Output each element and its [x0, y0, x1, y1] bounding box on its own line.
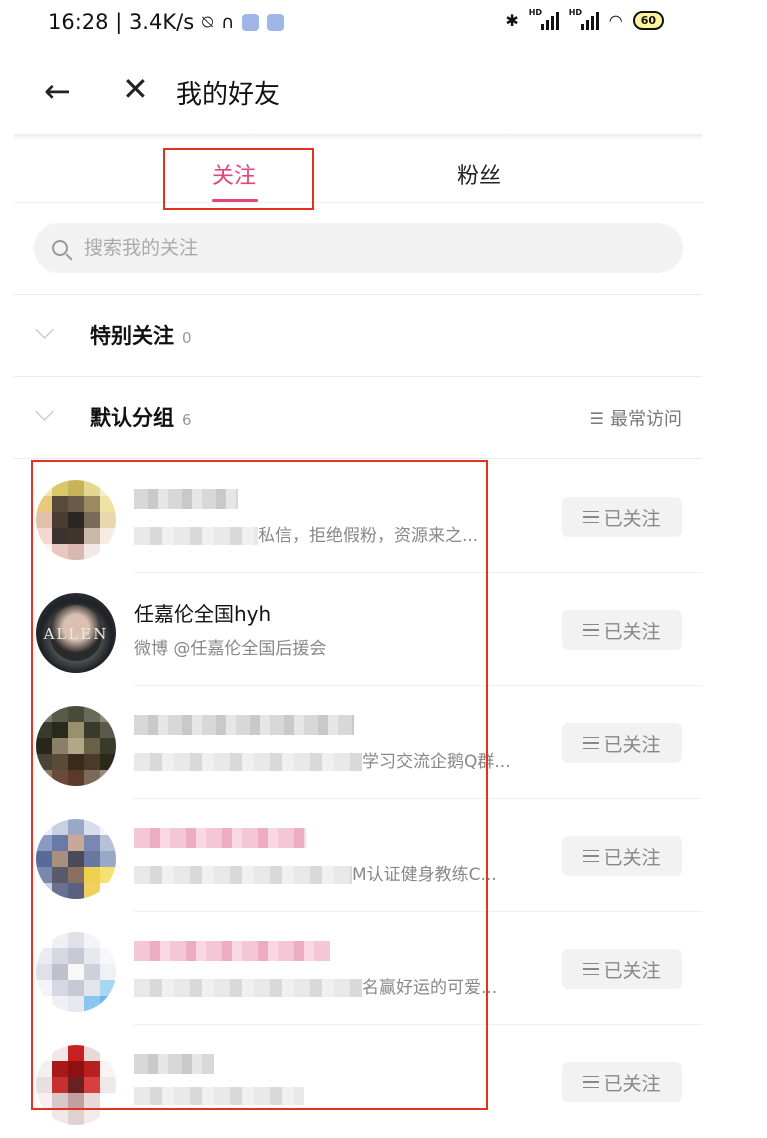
- sort-label: 最常访问: [610, 409, 682, 430]
- status-time-speed: 16:28 | 3.4K/s: [48, 10, 195, 34]
- blurred-text: [134, 1087, 304, 1105]
- group-default[interactable]: 默认分组 6 ☰ 最常访问: [14, 377, 702, 457]
- user-name: [134, 485, 238, 509]
- avatar[interactable]: [36, 480, 116, 560]
- status-right: ✱ HD HD ◠ 60: [505, 8, 664, 30]
- list-item[interactable]: ALLEN 任嘉伦全国hyh 微博 @任嘉伦全国后援会 已关注: [14, 573, 702, 686]
- followed-button[interactable]: 已关注: [562, 610, 682, 650]
- blurred-text: [134, 753, 362, 771]
- wifi-icon: ◠: [608, 10, 623, 30]
- list-item[interactable]: 私信，拒绝假粉，资源来之... 已关注: [14, 460, 702, 573]
- blurred-name: [134, 940, 330, 961]
- menu-icon: [583, 511, 600, 523]
- blurred-name: [134, 488, 238, 509]
- search-input[interactable]: [82, 236, 646, 260]
- blurred-name: [134, 1053, 214, 1074]
- status-left: 16:28 | 3.4K/s ⍉ ∩: [48, 10, 285, 34]
- list-item[interactable]: M认证健身教练C... 已关注: [14, 799, 702, 912]
- followed-button[interactable]: 已关注: [562, 1062, 682, 1102]
- tab-fans[interactable]: 粉丝: [457, 158, 501, 190]
- back-arrow-icon[interactable]: ←: [44, 72, 71, 110]
- battery-indicator: 60: [632, 10, 664, 30]
- app-notification-icon: [242, 13, 260, 31]
- avatar[interactable]: [36, 819, 116, 899]
- group-count: 6: [182, 411, 192, 429]
- sort-button[interactable]: ☰ 最常访问: [590, 405, 682, 431]
- group-name: 特别关注 0: [90, 324, 192, 348]
- followed-button[interactable]: 已关注: [562, 723, 682, 763]
- user-name: [134, 1050, 214, 1074]
- page-title: 我的好友: [176, 80, 281, 110]
- avatar-logo-text: ALLEN: [43, 625, 109, 643]
- user-desc: 名赢好运的可爱...: [134, 973, 497, 998]
- avatar[interactable]: [36, 932, 116, 1012]
- user-desc: 学习交流企鹅Q群...: [134, 747, 511, 772]
- sort-icon: ☰: [589, 408, 604, 428]
- avatar[interactable]: [36, 706, 116, 786]
- menu-icon: [583, 850, 600, 862]
- user-name: [134, 937, 330, 961]
- avatar[interactable]: ALLEN: [36, 593, 116, 673]
- menu-icon: [583, 963, 600, 975]
- blurred-name: [134, 827, 306, 848]
- menu-icon: [583, 624, 600, 636]
- user-desc: 私信，拒绝假粉，资源来之...: [134, 521, 478, 546]
- user-desc: 微博 @任嘉伦全国后援会: [134, 639, 327, 659]
- app-notification-icon-2: [267, 13, 285, 31]
- search-icon: [52, 240, 68, 256]
- close-icon[interactable]: ✕: [122, 70, 149, 108]
- menu-icon: [583, 1076, 600, 1088]
- mute-alarm-icon: ⍉: [202, 11, 213, 33]
- group-count: 0: [182, 329, 192, 347]
- user-name: [134, 824, 306, 848]
- user-name: [134, 711, 354, 735]
- followed-button[interactable]: 已关注: [562, 836, 682, 876]
- search-bar[interactable]: [34, 223, 683, 273]
- user-desc: M认证健身教练C...: [134, 860, 497, 885]
- bluetooth-icon: ✱: [505, 10, 519, 30]
- tab-bar: 关注 粉丝: [14, 140, 702, 203]
- blurred-text: [134, 527, 258, 545]
- blurred-name: [134, 714, 354, 735]
- blurred-text: [134, 866, 352, 884]
- tab-following[interactable]: 关注: [212, 158, 256, 190]
- signal-icon-2: HD: [569, 8, 599, 30]
- active-tab-indicator: [212, 199, 258, 202]
- blurred-text: [134, 979, 362, 997]
- menu-icon: [583, 737, 600, 749]
- list-item[interactable]: 已关注: [14, 1025, 702, 1138]
- signal-icon: HD: [529, 8, 559, 30]
- chevron-down-icon: [35, 402, 54, 421]
- avatar[interactable]: [36, 1045, 116, 1125]
- followed-button[interactable]: 已关注: [562, 949, 682, 989]
- headphones-icon: ∩: [220, 11, 235, 33]
- chevron-down-icon: [35, 320, 54, 339]
- status-bar: 16:28 | 3.4K/s ⍉ ∩ ✱ HD HD ◠ 60: [0, 0, 700, 50]
- list-item[interactable]: 学习交流企鹅Q群... 已关注: [14, 686, 702, 799]
- group-name: 默认分组 6: [90, 406, 192, 430]
- divider: [14, 458, 702, 459]
- user-desc: [134, 1086, 304, 1106]
- list-item[interactable]: 名赢好运的可爱... 已关注: [14, 912, 702, 1025]
- user-name: 任嘉伦全国hyh: [134, 602, 272, 626]
- top-nav: ← ✕ 我的好友: [0, 60, 700, 130]
- group-special-follow[interactable]: 特别关注 0: [14, 295, 702, 375]
- followed-button[interactable]: 已关注: [562, 497, 682, 537]
